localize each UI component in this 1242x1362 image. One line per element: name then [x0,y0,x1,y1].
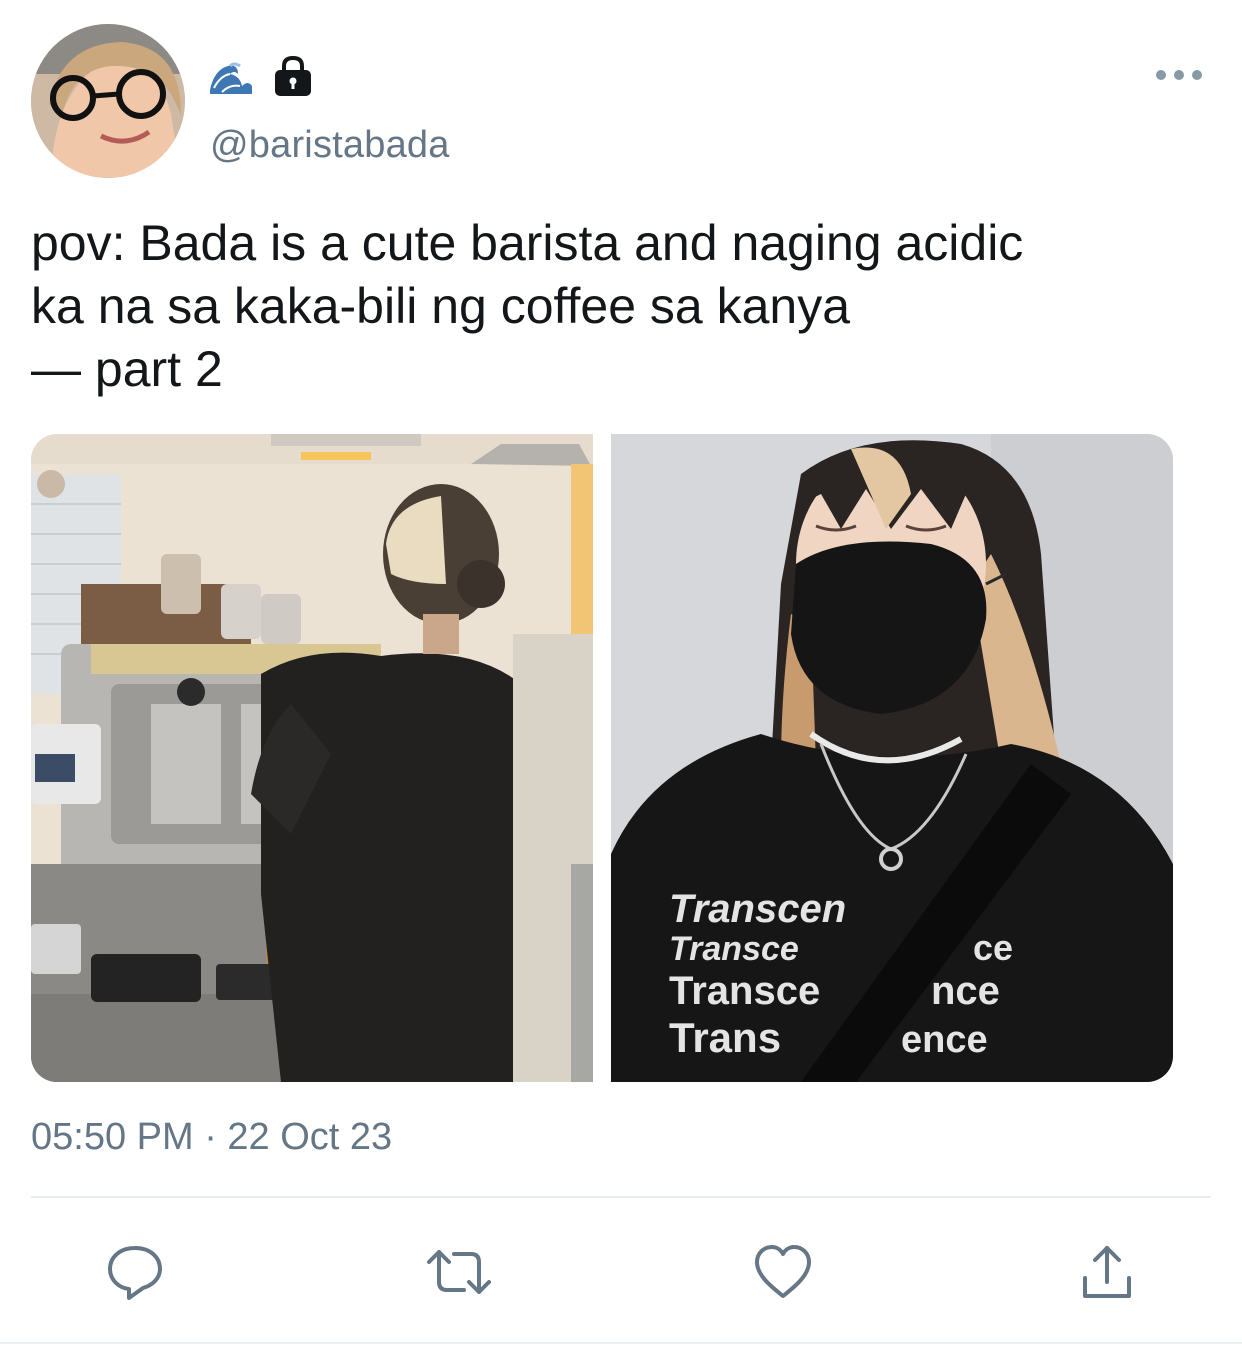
more-dot [1192,70,1202,80]
author-handle[interactable]: @baristabada [210,124,450,167]
share-button[interactable] [1067,1232,1147,1312]
tweet-text: pov: Bada is a cute barista and naging a… [31,215,1024,397]
tweet-media[interactable]: Transcen Transce ce Transce nce Trans en… [31,434,1173,1082]
like-icon [755,1245,811,1298]
divider [31,1196,1211,1198]
more-options-button[interactable] [1156,60,1202,90]
tweet-timestamp[interactable]: 05:50 PM · 22 Oct 23 [31,1116,392,1159]
share-icon [1083,1246,1131,1298]
shirt-print-line: ce [973,927,1013,968]
tweet-action-bar [31,1232,1211,1312]
lock-icon [275,55,311,96]
more-dot [1174,70,1184,80]
retweet-icon [427,1250,491,1294]
photo-person-in-face-mask[interactable]: Transcen Transce ce Transce nce Trans en… [611,434,1173,1082]
display-name[interactable] [208,52,312,100]
like-button[interactable] [743,1232,823,1312]
photo-barista-at-espresso-machine[interactable] [31,434,593,1082]
retweet-button[interactable] [419,1232,499,1312]
shirt-print-line: Transce [669,930,799,968]
shirt-print-line: Transce [669,969,820,1013]
reply-button[interactable] [95,1232,175,1312]
water-wave-icon [208,56,254,96]
shirt-print-line: nce [931,969,1000,1013]
shirt-print-line: Transcen [669,887,846,931]
shirt-print-line: ence [901,1019,988,1061]
bottom-separator [0,1342,1242,1344]
shirt-print-line: Trans [669,1014,781,1061]
author-avatar[interactable] [31,24,185,178]
more-dot [1156,70,1166,80]
reply-icon [108,1246,162,1300]
